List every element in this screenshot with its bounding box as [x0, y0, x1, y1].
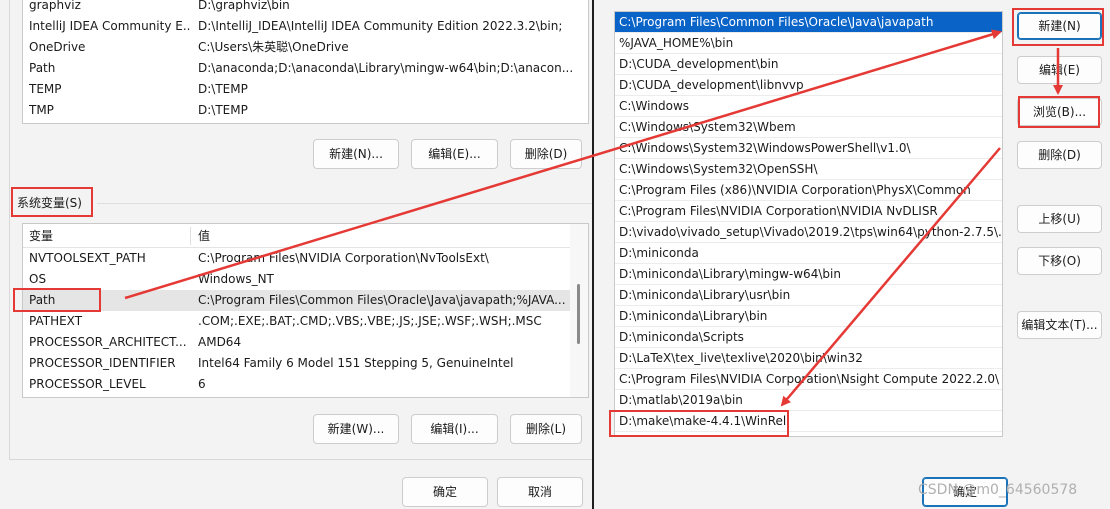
path-entry[interactable]: D:\miniconda\Library\bin: [615, 306, 1002, 327]
list-header: 变量 值: [23, 224, 588, 248]
path-entry[interactable]: D:\CUDA_development\bin: [615, 54, 1002, 75]
var-value: C:\Program Files\NVIDIA Corporation\NvTo…: [198, 251, 489, 265]
var-value: D:\IntelliJ_IDEA\IntelliJ IDEA Community…: [198, 19, 563, 33]
system-delete-button[interactable]: 删除(L): [510, 414, 582, 444]
var-name: PROCESSOR_IDENTIFIER: [29, 356, 176, 370]
path-entry[interactable]: D:\matlab\2019a\bin: [615, 390, 1002, 411]
path-move-up-button[interactable]: 上移(U): [1017, 205, 1102, 233]
scrollbar-thumb[interactable]: [577, 284, 580, 344]
var-value: Windows_NT: [198, 272, 274, 286]
var-name: Path: [29, 293, 56, 307]
path-entry-selected[interactable]: C:\Program Files\Common Files\Oracle\Jav…: [615, 12, 1002, 33]
path-entry[interactable]: D:\vivado\vivado_setup\Vivado\2019.2\tps…: [615, 222, 1002, 243]
path-entry[interactable]: C:\Windows\System32\Wbem: [615, 117, 1002, 138]
path-new-button[interactable]: 新建(N): [1017, 12, 1102, 40]
ok-button[interactable]: 确定: [402, 477, 488, 507]
path-entries-list[interactable]: C:\Program Files\Common Files\Oracle\Jav…: [614, 11, 1003, 437]
system-variables-label: 系统变量(S): [17, 196, 82, 210]
table-row-selected[interactable]: Path C:\Program Files\Common Files\Oracl…: [23, 290, 588, 311]
path-edit-button[interactable]: 编辑(E): [1017, 56, 1102, 84]
user-new-button[interactable]: 新建(N)...: [313, 139, 399, 169]
var-name: TMP: [29, 103, 54, 117]
var-name: PROCESSOR_ARCHITECT...: [29, 335, 187, 349]
var-value: D:\graphviz\bin: [198, 0, 290, 12]
cancel-button[interactable]: 取消: [497, 477, 583, 507]
user-edit-button[interactable]: 编辑(E)...: [411, 139, 498, 169]
list-item[interactable]: TMP D:\TEMP: [23, 100, 588, 121]
user-delete-button[interactable]: 删除(D): [510, 139, 582, 169]
list-item[interactable]: Path D:\anaconda;D:\anaconda\Library\min…: [23, 58, 588, 79]
var-name: PROCESSOR_LEVEL: [29, 377, 146, 391]
column-header-value[interactable]: 值: [198, 224, 210, 248]
var-value: D:\TEMP: [198, 103, 248, 117]
path-entry[interactable]: D:\CUDA_development\libnvvp: [615, 75, 1002, 96]
path-entry[interactable]: D:\miniconda\Scripts: [615, 327, 1002, 348]
var-name: Path: [29, 61, 56, 75]
table-row[interactable]: PROCESSOR_IDENTIFIER Intel64 Family 6 Mo…: [23, 353, 588, 374]
var-name: graphviz: [29, 0, 81, 12]
var-name: OneDrive: [29, 40, 86, 54]
var-name: PATHEXT: [29, 314, 83, 328]
list-item[interactable]: graphviz D:\graphviz\bin: [23, 0, 588, 16]
list-item[interactable]: TEMP D:\TEMP: [23, 79, 588, 100]
path-browse-button[interactable]: 浏览(B)...: [1017, 98, 1102, 126]
table-row[interactable]: PATHEXT .COM;.EXE;.BAT;.CMD;.VBS;.VBE;.J…: [23, 311, 588, 332]
section-divider: [97, 203, 592, 204]
var-value: C:\Program Files\Common Files\Oracle\Jav…: [198, 293, 566, 307]
path-entry[interactable]: D:\miniconda\Library\usr\bin: [615, 285, 1002, 306]
vertical-scrollbar[interactable]: [570, 224, 588, 397]
table-row[interactable]: PROCESSOR_LEVEL 6: [23, 374, 588, 395]
var-name: TEMP: [29, 82, 62, 96]
table-row[interactable]: NVTOOLSEXT_PATH C:\Program Files\NVIDIA …: [23, 248, 588, 269]
system-edit-button[interactable]: 编辑(I)...: [411, 414, 498, 444]
path-entry[interactable]: D:\miniconda: [615, 243, 1002, 264]
path-entry-new[interactable]: D:\make\make-4.4.1\WinRel: [615, 411, 1002, 432]
path-entry[interactable]: C:\Windows\System32\WindowsPowerShell\v1…: [615, 138, 1002, 159]
column-header-name[interactable]: 变量: [29, 224, 53, 248]
watermark: CSDN @m0_64560578: [918, 482, 1078, 498]
system-variables-list[interactable]: 变量 值 NVTOOLSEXT_PATH C:\Program Files\NV…: [22, 223, 589, 398]
var-name: IntelliJ IDEA Community E...: [29, 19, 191, 33]
path-edit-text-button[interactable]: 编辑文本(T)...: [1017, 311, 1102, 339]
path-entry[interactable]: D:\miniconda\Library\mingw-w64\bin: [615, 264, 1002, 285]
path-entry[interactable]: C:\Program Files\NVIDIA Corporation\Nsig…: [615, 369, 1002, 390]
var-value: D:\TEMP: [198, 82, 248, 96]
path-delete-button[interactable]: 删除(D): [1017, 141, 1102, 169]
column-separator: [190, 227, 191, 245]
system-new-button[interactable]: 新建(W)...: [313, 414, 399, 444]
var-name: NVTOOLSEXT_PATH: [29, 251, 146, 265]
table-row[interactable]: PROCESSOR_ARCHITECT... AMD64: [23, 332, 588, 353]
var-value: .COM;.EXE;.BAT;.CMD;.VBS;.VBE;.JS;.JSE;.…: [198, 314, 542, 328]
path-entry[interactable]: C:\Program Files\NVIDIA Corporation\NVID…: [615, 201, 1002, 222]
var-name: OS: [29, 272, 47, 286]
list-item[interactable]: OneDrive C:\Users\朱英聪\OneDrive: [23, 37, 588, 58]
var-value: Intel64 Family 6 Model 151 Stepping 5, G…: [198, 356, 514, 370]
var-value: C:\Users\朱英聪\OneDrive: [198, 40, 349, 54]
table-row[interactable]: OS Windows_NT: [23, 269, 588, 290]
user-variables-list[interactable]: graphviz D:\graphviz\bin IntelliJ IDEA C…: [22, 0, 589, 124]
path-entry[interactable]: D:\LaTeX\tex_live\texlive\2020\bin\win32: [615, 348, 1002, 369]
path-entry[interactable]: C:\Windows\System32\OpenSSH\: [615, 159, 1002, 180]
var-value: 6: [198, 377, 206, 391]
path-move-down-button[interactable]: 下移(O): [1017, 247, 1102, 275]
path-entry[interactable]: C:\Windows: [615, 96, 1002, 117]
path-entry[interactable]: C:\Program Files (x86)\NVIDIA Corporatio…: [615, 180, 1002, 201]
var-value: AMD64: [198, 335, 242, 349]
var-value: D:\anaconda;D:\anaconda\Library\mingw-w6…: [198, 61, 574, 75]
list-item[interactable]: IntelliJ IDEA Community E... D:\IntelliJ…: [23, 16, 588, 37]
path-entry[interactable]: %JAVA_HOME%\bin: [615, 33, 1002, 54]
